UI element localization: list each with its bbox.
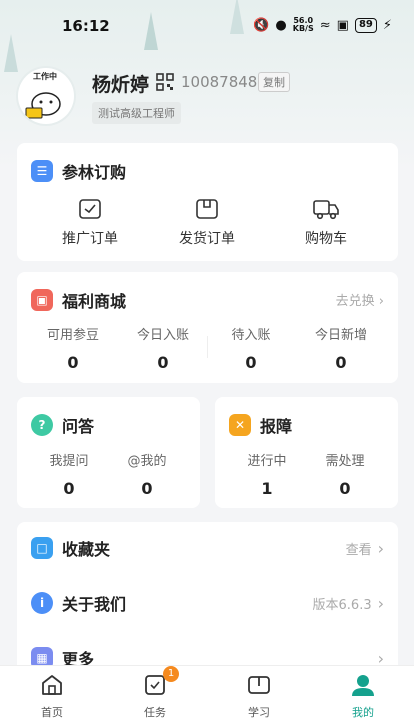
tools-icon: ✕ [229, 414, 251, 436]
tab-learning[interactable]: 学习 [229, 672, 289, 719]
shopping-card: ☰ 参林订购 推广订单 发货订单 购物车 [17, 143, 398, 261]
repair-card: ✕ 报障 进行中 1 需处理 0 [215, 397, 398, 508]
favorites-row[interactable]: □ 收藏夹 查看 › [31, 534, 384, 562]
task-count-badge: 1 [163, 666, 179, 682]
shopping-cart-button[interactable]: 购物车 [281, 198, 371, 248]
wifi-icon: ≈ [319, 17, 331, 33]
divider [207, 336, 208, 358]
redeem-link[interactable]: 去兑换 › [336, 290, 384, 309]
bottom-tab-bar: 首页 1 任务 学习 我的 [0, 665, 414, 719]
location-icon: ● [275, 17, 287, 33]
status-time: 16:12 [62, 17, 110, 35]
order-list-icon: ☰ [31, 160, 53, 182]
net-speed: 56.0 KB/S [292, 16, 314, 33]
stat-pending[interactable]: 待入账 0 [211, 324, 291, 372]
shipping-orders-button[interactable]: 发货订单 [162, 198, 252, 248]
repair-title: 报障 [260, 417, 293, 436]
stat-available-beans[interactable]: 可用参豆 0 [33, 324, 113, 372]
tab-home[interactable]: 首页 [22, 672, 82, 719]
clipboard-check-icon [79, 199, 101, 219]
user-name: 杨炘婷 [92, 74, 150, 96]
welfare-card: ▣ 福利商城 去兑换 › 可用参豆 0 今日入账 0 待入账 0 今日新增 0 [17, 272, 398, 383]
shopping-title: 参林订购 [62, 163, 127, 182]
stat-to-handle[interactable]: 需处理 0 [305, 450, 385, 498]
home-icon [42, 675, 62, 695]
mute-icon: 🔇 [253, 17, 270, 33]
avatar-status-badge: 工作中 [33, 72, 57, 81]
qa-title: 问答 [62, 417, 95, 436]
chevron-right-icon: › [378, 294, 384, 309]
tab-tasks[interactable]: 1 任务 [125, 666, 185, 719]
charging-icon: ⚡ [382, 17, 392, 33]
package-icon [196, 199, 218, 219]
welfare-title: 福利商城 [62, 292, 127, 311]
question-icon: ? [31, 414, 53, 436]
stat-mentions[interactable]: @我的 0 [107, 450, 187, 498]
battery-indicator: 89 [354, 17, 377, 33]
job-title-tag: 测试高级工程师 [92, 102, 181, 124]
promo-orders-button[interactable]: 推广订单 [45, 198, 135, 248]
book-icon [248, 676, 270, 694]
qr-code-icon[interactable] [156, 73, 174, 91]
sim-icon: ▣ [336, 17, 349, 33]
tab-me[interactable]: 我的 [333, 672, 393, 719]
about-row[interactable]: i 关于我们 版本6.6.3 › [31, 589, 384, 617]
info-icon: i [31, 592, 53, 614]
avatar[interactable]: 工作中 [18, 68, 74, 124]
stat-today-income[interactable]: 今日入账 0 [123, 324, 203, 372]
stat-my-questions[interactable]: 我提问 0 [29, 450, 109, 498]
status-bar: 16:12 🔇 ● 56.0 KB/S ≈ ▣ 89 ⚡ [0, 14, 414, 40]
qa-card: ? 问答 我提问 0 @我的 0 [17, 397, 200, 508]
shop-icon: ▣ [31, 289, 53, 311]
stat-today-new[interactable]: 今日新增 0 [301, 324, 381, 372]
stat-in-progress[interactable]: 进行中 1 [227, 450, 307, 498]
menu-card: □ 收藏夹 查看 › i 关于我们 版本6.6.3 › ▦ 更多 › [17, 522, 398, 682]
folder-icon: □ [31, 537, 53, 559]
user-icon [352, 675, 374, 696]
copy-id-button[interactable]: 复制 [258, 72, 290, 92]
chevron-right-icon: › [377, 538, 384, 558]
chevron-right-icon: › [377, 593, 384, 613]
user-id: 10087848 [181, 73, 258, 91]
truck-icon [313, 200, 339, 220]
